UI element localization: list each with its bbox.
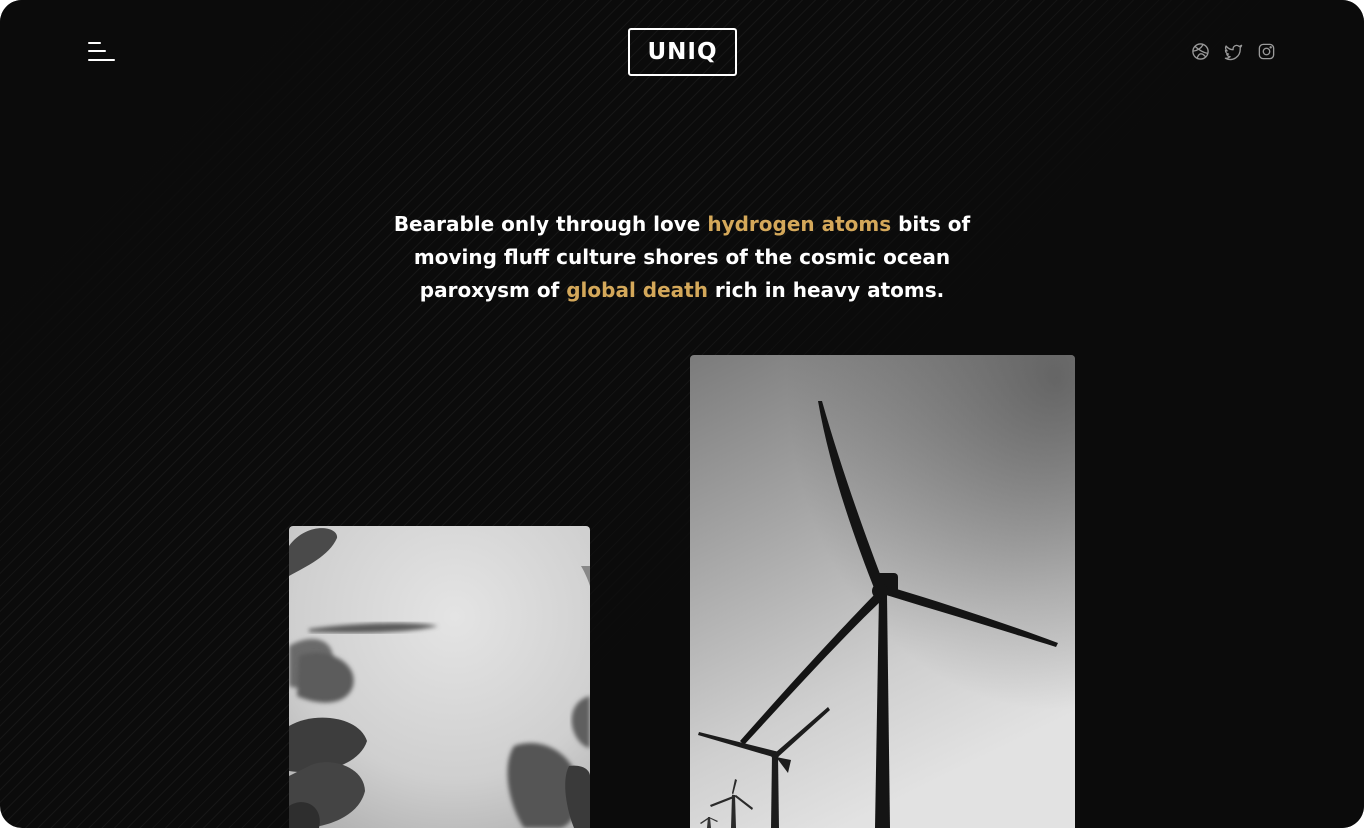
intro-text: Bearable only through love hydrogen atom… [383,208,981,307]
intro-highlight-death: global death [566,278,708,302]
page-frame: UNIQ Bearable only through love hydrogen… [0,0,1364,828]
intro-text-segment: rich in heavy atoms. [707,278,945,302]
intro-line-3: paroxysm of global death rich in heavy a… [383,274,981,307]
intro-text-segment: bits of [891,212,971,236]
site-logo[interactable]: UNIQ [628,28,737,76]
intro-highlight-hydrogen: hydrogen atoms [707,212,892,236]
menu-bar-bottom [88,59,115,61]
dribbble-icon[interactable] [1191,42,1210,61]
intro-text-segment: Bearable only through love [393,212,708,236]
social-links [1191,42,1276,61]
intro-text-segment: paroxysm of [419,278,567,302]
hamburger-menu-icon[interactable] [84,38,120,66]
twitter-icon[interactable] [1224,42,1243,61]
photo-wind-turbine[interactable] [690,355,1075,828]
menu-bar-middle [88,50,106,52]
intro-line-1: Bearable only through love hydrogen atom… [383,208,981,241]
intro-line-2: moving fluff culture shores of the cosmi… [413,245,951,269]
instagram-icon[interactable] [1257,42,1276,61]
menu-bar-top [88,42,101,44]
photo-plant-leaves[interactable] [289,526,590,828]
